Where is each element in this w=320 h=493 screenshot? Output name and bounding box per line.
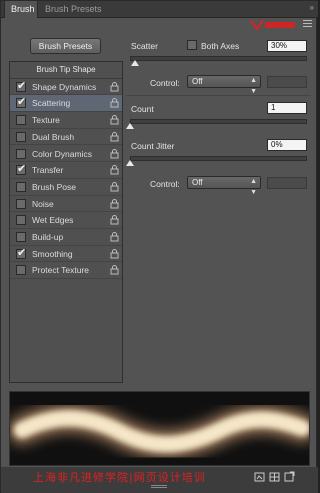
panel-footer: 上海非凡进修学院|网页设计培训 bbox=[1, 467, 318, 493]
tab-bar: Brush Brush Presets » bbox=[1, 1, 318, 18]
list-item-label: Texture bbox=[32, 115, 60, 126]
scatter-control-extra bbox=[267, 76, 307, 88]
list-item-dual-brush[interactable]: Dual Brush bbox=[10, 129, 122, 146]
scatter-label: Scatter bbox=[131, 41, 158, 51]
list-item-protect-texture[interactable]: Protect Texture bbox=[10, 262, 122, 280]
lock-icon[interactable] bbox=[110, 198, 119, 209]
list-item-wet-edges[interactable]: Wet Edges bbox=[10, 212, 122, 229]
checkbox[interactable] bbox=[16, 115, 26, 126]
scatter-control-value: Off bbox=[192, 77, 203, 86]
checkmark-icon: ✔ bbox=[17, 96, 27, 109]
scatter-value-field[interactable]: 30% bbox=[267, 40, 307, 52]
count-jitter-value-field[interactable]: 0% bbox=[267, 139, 307, 151]
count-jitter-label: Count Jitter bbox=[131, 141, 175, 151]
list-item-label: Brush Pose bbox=[32, 181, 76, 192]
checkmark-icon: ✔ bbox=[17, 79, 27, 92]
brush-stroke-preview bbox=[9, 391, 310, 466]
list-item-label: Protect Texture bbox=[32, 265, 90, 276]
list-item-label: Shape Dynamics bbox=[32, 81, 97, 92]
count-slider-thumb[interactable] bbox=[126, 123, 134, 129]
checkbox[interactable]: ✔ bbox=[16, 163, 27, 176]
list-item-label: Wet Edges bbox=[32, 215, 74, 226]
count-value-field[interactable]: 1 bbox=[267, 102, 307, 114]
resize-grip[interactable] bbox=[151, 485, 167, 488]
checkbox[interactable]: ✔ bbox=[16, 79, 27, 92]
checkmark-icon: ✔ bbox=[17, 163, 27, 176]
lock-icon[interactable] bbox=[110, 215, 119, 225]
checkbox[interactable] bbox=[16, 148, 26, 159]
list-item-noise[interactable]: Noise bbox=[10, 196, 122, 213]
jitter-control-label: Control: bbox=[150, 179, 180, 189]
checkbox[interactable] bbox=[16, 198, 26, 209]
list-item-label: Transfer bbox=[32, 165, 64, 176]
lock-icon[interactable] bbox=[110, 148, 119, 159]
lock-icon[interactable] bbox=[110, 131, 119, 142]
logo-stamp bbox=[250, 19, 295, 31]
brush-settings-list: Brush Tip Shape ✔ Shape Dynamics ✔ Scatteri… bbox=[9, 61, 123, 383]
brush-presets-button[interactable]: Brush Presets bbox=[30, 38, 101, 54]
lock-icon[interactable] bbox=[110, 81, 119, 92]
list-item-transfer[interactable]: ✔ Transfer bbox=[10, 162, 122, 179]
both-axes-checkbox[interactable] bbox=[187, 40, 197, 50]
count-label: Count bbox=[131, 104, 154, 114]
divider bbox=[126, 95, 311, 96]
watermark-text: 上海非凡进修学院|网页设计培训 bbox=[33, 471, 206, 484]
list-item-scattering[interactable]: ✔ Scattering bbox=[10, 95, 122, 113]
scatter-slider[interactable] bbox=[130, 56, 307, 61]
checkbox[interactable] bbox=[16, 181, 26, 192]
count-jitter-slider-thumb[interactable] bbox=[126, 160, 134, 166]
checkbox[interactable] bbox=[16, 265, 26, 276]
chevron-updown-icon: ▲ ▼ bbox=[250, 178, 257, 196]
grid-icon[interactable] bbox=[269, 471, 280, 483]
lock-icon[interactable] bbox=[110, 98, 119, 108]
count-jitter-slider[interactable] bbox=[130, 156, 307, 161]
list-item-label: Noise bbox=[32, 198, 54, 209]
scatter-slider-thumb[interactable] bbox=[131, 60, 140, 66]
stroke-preview-image bbox=[10, 403, 309, 460]
collapse-icon[interactable]: » bbox=[310, 3, 314, 12]
jitter-control-value: Off bbox=[192, 178, 203, 187]
checkbox[interactable] bbox=[16, 131, 26, 142]
scatter-control-select[interactable]: Off ▲ ▼ bbox=[187, 75, 261, 95]
list-item-label: Smoothing bbox=[32, 248, 73, 259]
toggle-brush-preview-icon[interactable] bbox=[254, 471, 265, 483]
brush-tip-shape-item[interactable]: Brush Tip Shape bbox=[10, 62, 122, 79]
lock-icon[interactable] bbox=[110, 181, 119, 192]
tab-brush[interactable]: Brush bbox=[4, 1, 38, 18]
count-slider[interactable] bbox=[130, 119, 307, 124]
lock-icon[interactable] bbox=[110, 115, 119, 125]
checkmark-icon: ✔ bbox=[17, 246, 27, 259]
brush-panel: Brush Brush Presets » Brush Presets Brus… bbox=[0, 0, 318, 493]
both-axes-label: Both Axes bbox=[201, 41, 240, 51]
list-item-texture[interactable]: Texture bbox=[10, 112, 122, 129]
jitter-control-extra bbox=[267, 177, 307, 189]
lock-icon[interactable] bbox=[110, 232, 119, 242]
list-item-shape-dynamics[interactable]: ✔ Shape Dynamics bbox=[10, 79, 122, 96]
list-item-label: Dual Brush bbox=[32, 131, 75, 142]
list-item-color-dynamics[interactable]: Color Dynamics bbox=[10, 146, 122, 163]
jitter-control-select[interactable]: Off ▲ ▼ bbox=[187, 176, 261, 196]
list-item-label: Build-up bbox=[32, 232, 64, 242]
lock-icon[interactable] bbox=[110, 265, 119, 275]
chevron-updown-icon: ▲ ▼ bbox=[250, 77, 257, 95]
checkbox[interactable]: ✔ bbox=[16, 246, 27, 259]
scatter-control-label: Control: bbox=[150, 78, 180, 88]
scattering-options: Scatter Both Axes 30% Control: Off ▲ ▼ Co… bbox=[126, 31, 311, 386]
lock-icon[interactable] bbox=[110, 165, 119, 175]
lock-icon[interactable] bbox=[110, 248, 119, 259]
tab-brush-presets[interactable]: Brush Presets bbox=[39, 1, 108, 18]
checkbox[interactable] bbox=[16, 215, 26, 226]
list-item-build-up[interactable]: Build-up bbox=[10, 229, 122, 246]
list-item-label: Scattering bbox=[32, 98, 71, 109]
list-item-brush-pose[interactable]: Brush Pose bbox=[10, 179, 122, 196]
checkbox[interactable] bbox=[16, 232, 26, 242]
list-item-smoothing[interactable]: ✔ Smoothing bbox=[10, 246, 122, 263]
checkbox[interactable]: ✔ bbox=[16, 96, 27, 109]
list-item-label: Color Dynamics bbox=[32, 148, 92, 159]
panel-menu-icon[interactable] bbox=[303, 20, 312, 27]
new-brush-icon[interactable] bbox=[284, 471, 295, 483]
